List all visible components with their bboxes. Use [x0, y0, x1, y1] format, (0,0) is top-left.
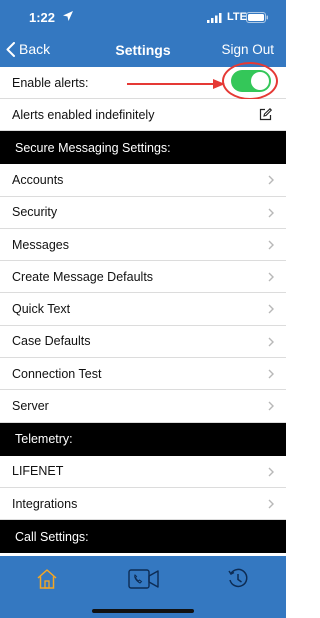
chevron-right-icon — [268, 208, 274, 218]
list-item-label: Server — [12, 399, 49, 414]
list-item-server[interactable]: Server — [0, 390, 286, 423]
list-item-label: Security — [12, 205, 58, 220]
history-icon[interactable] — [227, 568, 249, 590]
red-arrow-annotation — [127, 79, 225, 89]
section-telemetry: Telemetry: — [0, 422, 286, 456]
chevron-right-icon — [268, 401, 274, 411]
enable-alerts-row: Enable alerts: — [0, 62, 286, 100]
list-item-label: Messages — [12, 237, 69, 252]
status-bar: 1:22 LTE — [0, 0, 286, 33]
video-call-icon[interactable] — [128, 568, 160, 590]
section-secure-messaging: Secure Messaging Settings: — [0, 131, 286, 165]
chevron-right-icon — [268, 467, 274, 477]
section-call-settings: Call Settings: — [0, 520, 286, 554]
list-item-security[interactable]: Security — [0, 196, 286, 229]
chevron-right-icon — [268, 240, 274, 250]
list-item-label: Case Defaults — [12, 334, 91, 349]
chevron-right-icon — [268, 337, 274, 347]
chevron-right-icon — [268, 272, 274, 282]
toggle-highlight — [222, 62, 278, 100]
home-icon[interactable] — [36, 568, 58, 590]
chevron-right-icon — [268, 499, 274, 509]
chevron-right-icon — [268, 304, 274, 314]
list-item-label: Accounts — [12, 172, 64, 187]
list-item-create-message-defaults[interactable]: Create Message Defaults — [0, 261, 286, 294]
alerts-status-text: Alerts enabled indefinitely — [12, 107, 155, 122]
chevron-right-icon — [268, 175, 274, 185]
list-item-quick-text[interactable]: Quick Text — [0, 293, 286, 326]
list-item-label: Integrations — [12, 496, 78, 511]
list-item-label: Connection Test — [12, 366, 102, 381]
list-item-accounts[interactable]: Accounts — [0, 164, 286, 197]
enable-alerts-label: Enable alerts: — [12, 75, 89, 90]
sign-out-button[interactable]: Sign Out — [221, 42, 274, 57]
list-item-connection-test[interactable]: Connection Test — [0, 358, 286, 391]
cellular-signal-icon — [207, 13, 222, 23]
chevron-right-icon — [268, 369, 274, 379]
back-button[interactable]: Back — [6, 41, 50, 57]
status-time: 1:22 — [29, 10, 56, 25]
settings-list: Enable alerts: Alerts enabled indefinite… — [0, 62, 286, 554]
chevron-left-icon — [6, 41, 15, 57]
list-item-label: Quick Text — [12, 302, 71, 317]
home-indicator — [92, 609, 194, 613]
edit-icon[interactable] — [259, 108, 272, 121]
network-type: LTE — [227, 11, 247, 23]
list-item-case-defaults[interactable]: Case Defaults — [0, 325, 286, 359]
list-item-label: Create Message Defaults — [12, 269, 154, 284]
battery-icon — [246, 12, 268, 23]
alerts-status-row[interactable]: Alerts enabled indefinitely — [0, 99, 286, 132]
back-label: Back — [19, 41, 51, 57]
list-item-label: LIFENET — [12, 464, 64, 479]
list-item-integrations[interactable]: Integrations — [0, 487, 286, 521]
toggle-knob — [251, 72, 269, 90]
list-item-lifenet[interactable]: LIFENET — [0, 455, 286, 488]
location-arrow-icon — [63, 11, 73, 21]
enable-alerts-toggle[interactable] — [231, 70, 271, 92]
list-item-messages[interactable]: Messages — [0, 228, 286, 262]
